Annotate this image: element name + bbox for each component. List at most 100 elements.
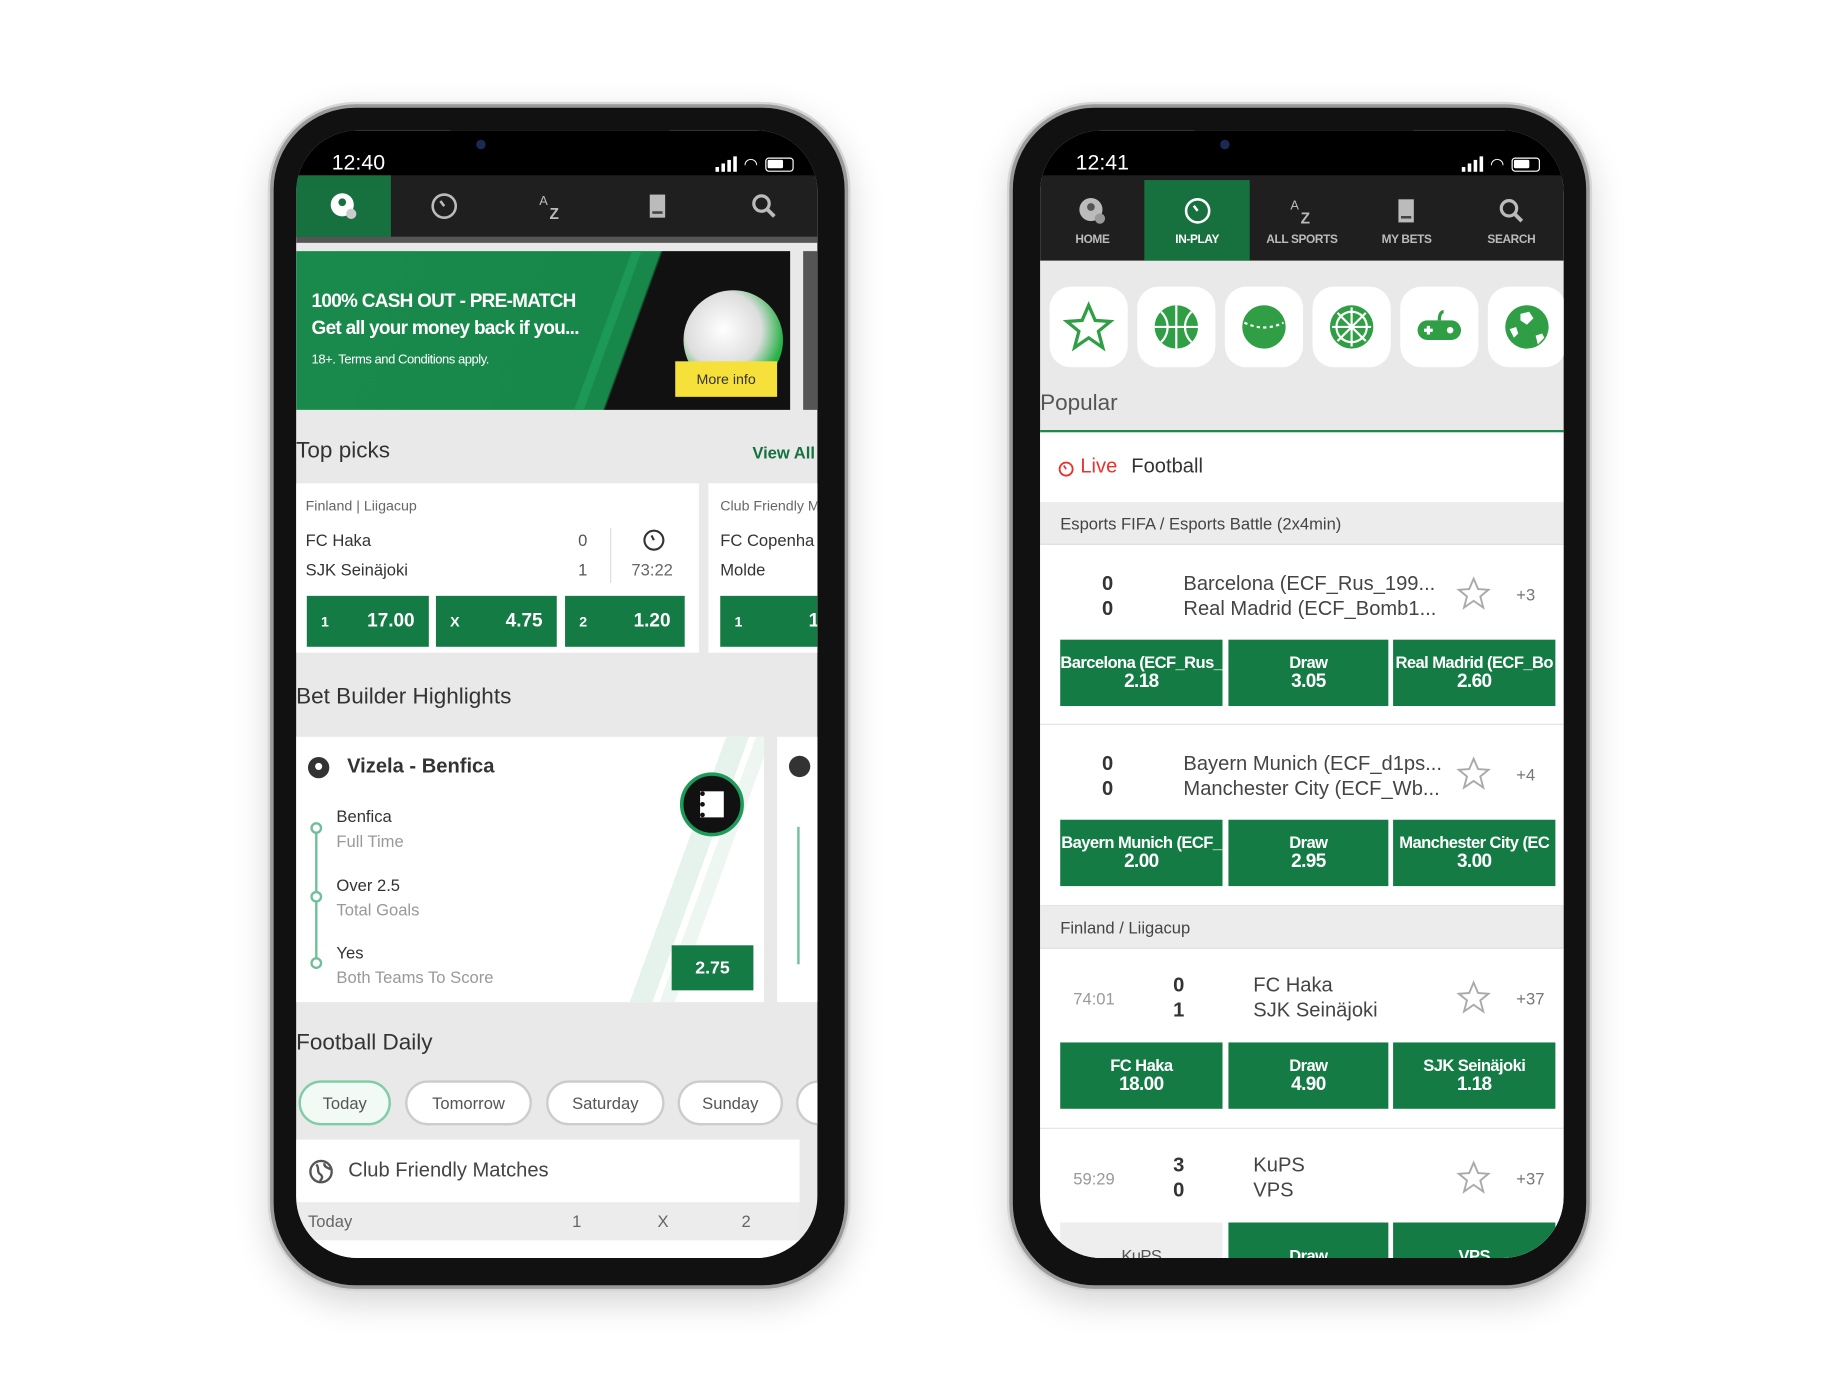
a-z-sports-icon: AZ <box>539 193 559 222</box>
away-team: SJK Seinäjoki <box>305 560 408 580</box>
more-markets-count[interactable]: +37 <box>1516 1169 1544 1188</box>
football-icon <box>1505 305 1549 349</box>
tab-in-play[interactable] <box>391 175 498 237</box>
banner-subtitle: Get all your money back if you... <box>311 318 580 339</box>
in-play-clock-icon <box>1184 197 1211 224</box>
odds-button-home[interactable]: Barcelona (ECF_Rus_ 2.18 <box>1060 639 1223 707</box>
scores: 00 <box>1101 752 1114 800</box>
odds-button-draw[interactable]: Draw 3.05 <box>1228 639 1389 707</box>
left-phone: 12:40 ◠ AZ 100% CASH OUT - PRE-MATCH Get… <box>270 104 849 1289</box>
promo-banner[interactable]: 100% CASH OUT - PRE-MATCH Get all your m… <box>296 251 791 410</box>
top-pick-card[interactable]: Club Friendly M FC Copenha Molde 11. <box>708 483 818 653</box>
odds-button-away[interactable]: Manchester City (EC 3.00 <box>1393 819 1556 887</box>
live-label: Live <box>1080 454 1118 478</box>
more-info-button[interactable]: More info <box>675 361 778 397</box>
day-pill-today[interactable]: Today <box>298 1080 391 1126</box>
svg-text:A: A <box>1290 197 1299 212</box>
odds-button-home[interactable]: 1 17.00 <box>306 595 429 647</box>
tab-my-bets[interactable]: MY BETS <box>1354 180 1459 261</box>
odds-button-away[interactable]: Real Madrid (ECF_Bo 2.60 <box>1393 639 1556 707</box>
match-row[interactable]: 74:01 01 FC Haka SJK Seinäjoki +37 FC Hak… <box>1040 948 1564 1129</box>
competition-row[interactable]: Club Friendly Matches <box>296 1139 800 1203</box>
league-label: Finland | Liigacup <box>305 497 417 515</box>
sport-tile-darts[interactable] <box>1312 286 1391 368</box>
teams: Bayern Munich (ECF_d1ps... Manchester Cit… <box>1183 752 1442 800</box>
odds-button-home[interactable]: FC Haka 18.00 <box>1060 1042 1223 1109</box>
sport-tile-cricket[interactable] <box>1224 286 1304 368</box>
tab-all-sports[interactable]: AZ <box>498 175 605 237</box>
banner-title: 100% CASH OUT - PRE-MATCH <box>311 291 577 312</box>
next-banner-peek <box>803 251 818 410</box>
more-markets-count[interactable]: +3 <box>1516 585 1535 604</box>
tab-search[interactable] <box>711 175 818 237</box>
sport-tile-basketball[interactable] <box>1137 286 1216 368</box>
match-title: Vizela - Benfica <box>347 754 495 778</box>
notch <box>1194 130 1414 171</box>
day-pill-tomorrow[interactable]: Tomorrow <box>405 1080 532 1126</box>
tab-my-bets[interactable] <box>604 175 711 237</box>
signal-icon <box>1461 156 1483 172</box>
live-clock-icon <box>1058 461 1074 477</box>
notch <box>450 130 670 171</box>
competition-header: Finland / Liigacup <box>1040 906 1564 949</box>
odds-button-draw[interactable]: Draw 4.90 <box>1228 1042 1389 1109</box>
more-markets-count[interactable]: +37 <box>1516 989 1544 1008</box>
odds-button-home[interactable]: 11. <box>720 595 818 647</box>
match-row[interactable]: 00 Barcelona (ECF_Rus_199... Real Madrid … <box>1040 544 1564 725</box>
competition-name: Club Friendly Matches <box>348 1158 549 1182</box>
esports-gamepad-icon <box>1417 310 1462 340</box>
tab-home[interactable] <box>296 175 391 237</box>
match-row[interactable]: 00 Bayern Munich (ECF_d1ps... Manchester … <box>1040 724 1564 907</box>
clock-icon <box>643 529 665 551</box>
battery-icon <box>765 156 794 172</box>
sport-tile-favourites[interactable] <box>1049 286 1128 368</box>
odds-button-draw[interactable]: Draw <box>1228 1222 1389 1259</box>
more-markets-count[interactable]: +4 <box>1516 765 1535 784</box>
tab-search[interactable]: SEARCH <box>1459 180 1564 261</box>
top-pick-card[interactable]: Finland | Liigacup FC Haka SJK Seinäjoki… <box>296 483 699 653</box>
odds-button-draw[interactable]: X 4.75 <box>435 595 557 647</box>
status-time: 12:41 <box>1075 150 1129 175</box>
bet-builder-card[interactable]: Vizela - Benfica Benfica Full Time Over 2… <box>296 736 765 1003</box>
tab-all-sports[interactable]: A Z ALL SPORTS <box>1250 180 1355 261</box>
day-pill-sunday[interactable]: Sunday <box>677 1080 784 1126</box>
scores: 30 <box>1173 1153 1185 1202</box>
bet-builder-price-button[interactable]: 2.75 <box>671 945 754 991</box>
bet-builder-card-peek[interactable] <box>777 736 818 1003</box>
away-score: 1 <box>578 560 588 580</box>
home-football-icon <box>330 193 357 219</box>
day-pill-next[interactable] <box>796 1080 818 1126</box>
darts-icon <box>1329 305 1374 349</box>
odds-button-away[interactable]: 2 1.20 <box>565 595 685 647</box>
tab-in-play[interactable]: IN-PLAY <box>1144 180 1250 261</box>
match-row[interactable]: 59:29 30 KuPS VPS +37 KuPS Draw VPS <box>1040 1128 1564 1259</box>
bet-builder-badge-icon <box>679 772 744 837</box>
favourite-star-icon[interactable] <box>1456 576 1492 612</box>
away-team: Molde <box>720 560 766 580</box>
home-football-icon <box>1079 197 1106 224</box>
favourite-star-icon[interactable] <box>1456 980 1492 1016</box>
search-icon <box>752 194 776 218</box>
view-all-link[interactable]: View All <box>752 443 815 462</box>
day-filter: Today Tomorrow Saturday Sunday <box>296 1080 818 1126</box>
football-icon <box>307 756 330 779</box>
odds-button-away[interactable]: VPS <box>1393 1222 1556 1259</box>
bet-leg: Over 2.5 Total Goals <box>336 875 420 920</box>
cricket-icon <box>1242 305 1286 349</box>
favourite-star-icon[interactable] <box>1456 756 1492 792</box>
right-phone: 12:41 ◠ HOME IN-PLAY A Z ALL SPORTS MY BET… <box>1009 104 1590 1289</box>
live-sport-header: Live Football <box>1040 432 1564 503</box>
day-pill-saturday[interactable]: Saturday <box>546 1080 665 1126</box>
favourite-star-icon[interactable] <box>1456 1160 1492 1196</box>
svg-text:Z: Z <box>1301 210 1310 226</box>
odds-button-away[interactable]: SJK Seinäjoki 1.18 <box>1393 1042 1556 1109</box>
odds-button-draw[interactable]: Draw 2.95 <box>1228 819 1389 887</box>
left-screen: 12:40 ◠ AZ 100% CASH OUT - PRE-MATCH Get… <box>296 130 818 1259</box>
odds-button-home[interactable]: Bayern Munich (ECF_ 2.00 <box>1060 819 1223 887</box>
sport-tile-esports[interactable] <box>1400 286 1479 368</box>
match-clock: 73:22 <box>631 560 673 580</box>
svg-text:A: A <box>539 193 548 208</box>
odds-button-home-suspended[interactable]: KuPS <box>1060 1222 1223 1259</box>
tab-home[interactable]: HOME <box>1040 180 1145 261</box>
sport-tile-football[interactable] <box>1487 286 1564 368</box>
